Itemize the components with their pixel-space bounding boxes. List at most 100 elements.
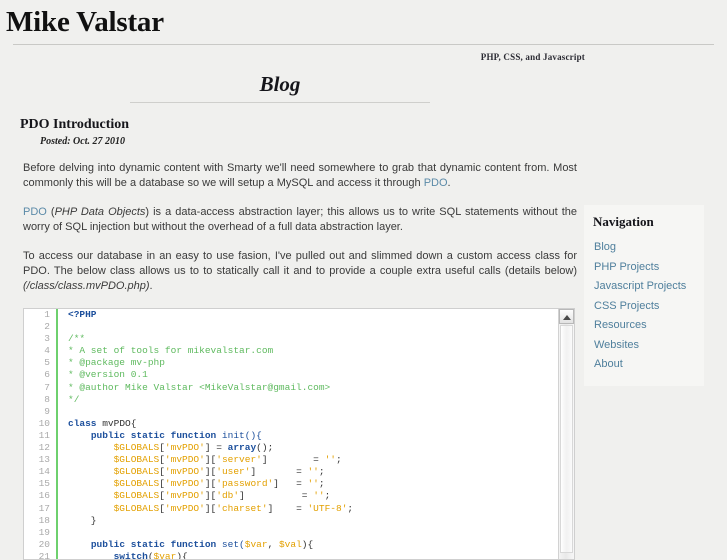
code-line-text: } (58, 515, 558, 527)
code-line-text: * @author Mike Valstar <MikeValstar@gmai… (58, 382, 558, 394)
code-line-number: 5 (24, 357, 58, 370)
code-line: 11 public static function init(){ (24, 429, 558, 443)
paragraph-3-text-a: To access our database in an easy to use… (23, 250, 577, 277)
paragraph-1-text-b: . (447, 177, 451, 189)
sidebar-item: CSS Projects (583, 297, 705, 317)
code-line-number: 18 (24, 514, 58, 527)
sidebar-item: PHP Projects (583, 258, 705, 278)
code-scrollbar[interactable] (558, 309, 574, 559)
code-line: 21 switch($var){ (24, 550, 558, 559)
code-line-number: 11 (24, 429, 58, 443)
code-token: '' (324, 454, 336, 466)
code-token: 'password' (216, 478, 274, 490)
code-line: 13 $GLOBALS['mvPDO']['server'] = ''; (24, 454, 558, 467)
sidebar-item-blog[interactable]: Blog (583, 238, 705, 258)
code-line: 3 /** (24, 333, 558, 346)
code-line-number: 2 (24, 321, 58, 334)
code-line-text: public static function init(){ (58, 430, 558, 442)
sidebar-item: Blog (583, 238, 705, 258)
code-token: ){ (301, 538, 314, 550)
scroll-up-arrow-icon[interactable] (559, 309, 574, 324)
code-line-text: $GLOBALS['mvPDO']['db'] = ''; (58, 490, 558, 502)
code-token: 'charset' (216, 502, 268, 514)
sidebar-nav-list: Blog PHP Projects Javascript Projects CSS P… (583, 230, 705, 375)
paragraph-1-text-a: Before delving into dynamic content with… (23, 162, 577, 189)
code-line-text: class mvPDO{ (58, 418, 558, 430)
code-line-text: $GLOBALS['mvPDO']['password'] = ''; (58, 478, 558, 490)
code-line-number: 19 (24, 526, 58, 539)
sidebar-navigation: Navigation Blog PHP Projects Javascript Pr… (583, 204, 705, 387)
code-line-text: $GLOBALS['mvPDO']['user'] = ''; (58, 466, 558, 478)
page-layout: PDO Introduction Posted: Oct. 27 2010 Be… (0, 103, 727, 560)
code-token: class (68, 417, 97, 429)
code-line-text: $GLOBALS['mvPDO'] = array(); (58, 442, 558, 454)
code-line-number: 1 (24, 309, 58, 322)
sidebar-item-css-projects[interactable]: CSS Projects (583, 297, 705, 317)
code-token: ] = (261, 454, 325, 466)
code-token: mvPDO{ (96, 417, 137, 429)
sidebar-item: About (583, 355, 705, 375)
code-line-number: 8 (24, 393, 58, 406)
paragraph-2-text-a: ( (46, 206, 55, 218)
code-line: 8 */ (24, 393, 558, 406)
code-line-text: switch($var){ (58, 551, 558, 559)
code-line-text: */ (58, 394, 558, 406)
code-line-number: 3 (24, 333, 58, 346)
code-token: 'mvPDO' (164, 490, 205, 502)
code-token: ] = (273, 478, 308, 490)
code-line-text: * @package mv-php (58, 357, 558, 369)
code-line-number: 14 (24, 466, 58, 479)
scrollbar-thumb[interactable] (560, 325, 573, 553)
code-token: public static function (90, 429, 217, 441)
code-token: $GLOBALS (113, 490, 160, 502)
code-line: 18 } (24, 514, 558, 527)
code-line-text: <?PHP (58, 309, 558, 321)
code-scroll-viewport: 1 <?PHP 2 3 /** 4 * A set of tools for mikeva… (24, 309, 558, 559)
code-line-number: 17 (24, 502, 58, 515)
code-token: set( (216, 538, 245, 550)
sidebar-item-php-projects[interactable]: PHP Projects (583, 258, 705, 278)
code-token: ][ (204, 478, 217, 490)
code-line: 15 $GLOBALS['mvPDO']['password'] = ''; (24, 478, 558, 491)
code-token: ] = (250, 466, 308, 478)
pdo-link-1[interactable]: PDO (424, 177, 448, 189)
code-token: 'mvPDO' (164, 478, 205, 490)
code-line: 19 (24, 526, 558, 539)
code-line-text: $GLOBALS['mvPDO']['charset'] = 'UTF-8'; (58, 503, 558, 515)
code-line: 10 class mvPDO{ (24, 417, 558, 430)
sidebar-item-resources[interactable]: Resources (583, 316, 705, 336)
code-token: ][ (204, 454, 217, 466)
post-paragraph-1: Before delving into dynamic content with… (20, 147, 577, 191)
code-token: <?PHP (68, 309, 97, 320)
sidebar-item-about[interactable]: About (583, 355, 705, 375)
code-token: 'mvPDO' (164, 502, 205, 514)
code-token: /** (68, 333, 86, 345)
sidebar-item-websites[interactable]: Websites (583, 336, 705, 356)
code-line-number: 21 (24, 550, 58, 559)
sidebar-item: Websites (583, 336, 705, 356)
code-token: ; (335, 454, 342, 466)
code-token: ; (347, 502, 354, 514)
sidebar-item-javascript-projects[interactable]: Javascript Projects (583, 277, 705, 297)
code-token: ; (324, 490, 331, 502)
code-line-text: * @version 0.1 (58, 369, 558, 381)
code-block[interactable]: 1 <?PHP 2 3 /** 4 * A set of tools for mikeva… (23, 308, 575, 560)
code-token: $GLOBALS (113, 454, 160, 466)
code-token: '' (307, 466, 319, 478)
code-token: 'mvPDO' (164, 466, 205, 478)
code-line-number: 7 (24, 381, 58, 394)
paragraph-3-file-path: (/class/class.mvPDO.php) (23, 280, 150, 292)
code-line-text: * A set of tools for mikevalstar.com (58, 345, 558, 357)
site-header: Mike Valstar PHP, CSS, and Javascript (0, 0, 727, 62)
code-token: 'UTF-8' (307, 502, 348, 514)
code-line-number: 15 (24, 478, 58, 491)
code-token: $var (244, 538, 268, 550)
code-token: * @author Mike Valstar <MikeValstar@gmai… (68, 381, 331, 393)
pdo-link-2[interactable]: PDO (23, 206, 47, 218)
code-token: ] = (267, 502, 308, 514)
